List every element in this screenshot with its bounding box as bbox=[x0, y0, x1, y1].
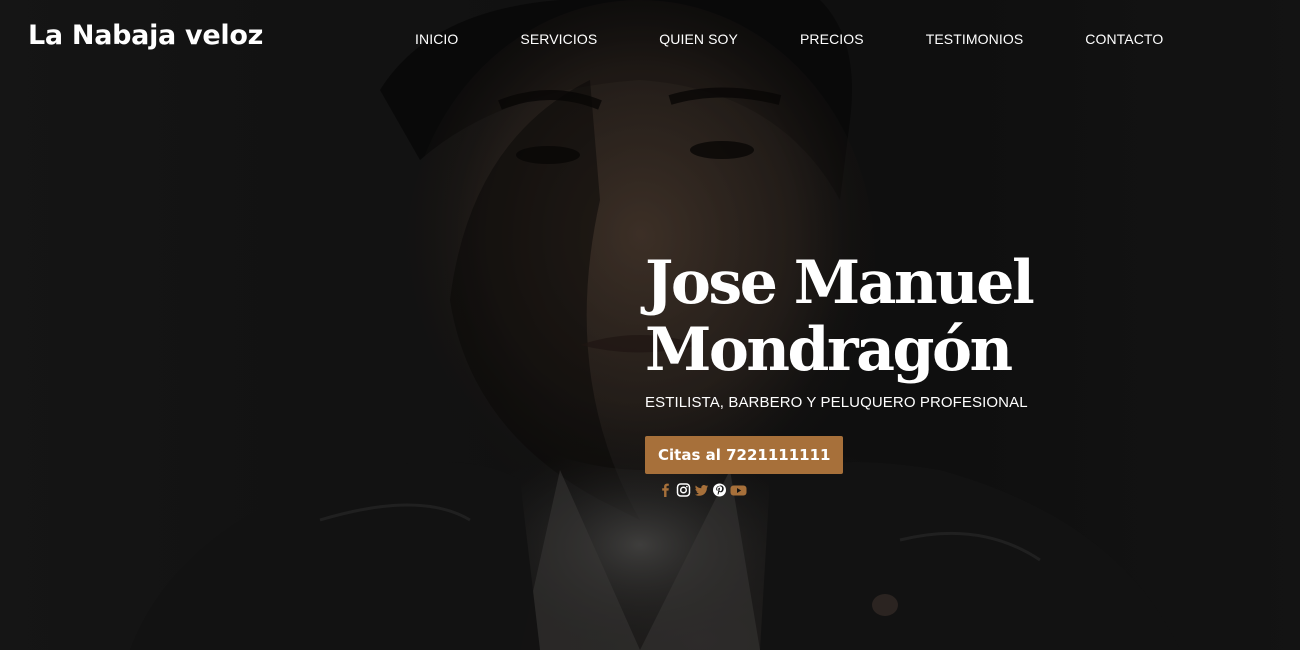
instagram-icon[interactable] bbox=[676, 482, 691, 498]
social-links bbox=[658, 482, 747, 498]
pinterest-icon[interactable] bbox=[712, 482, 727, 498]
site-logo[interactable]: La Nabaja veloz bbox=[28, 20, 263, 51]
nav-item-quien-soy[interactable]: QUIEN SOY bbox=[659, 31, 738, 47]
hero-subtitle: ESTILISTA, BARBERO Y PELUQUERO PROFESION… bbox=[645, 394, 1028, 411]
top-navigation: La Nabaja veloz INICIO SERVICIOS QUIEN S… bbox=[0, 0, 1300, 80]
nav-item-servicios[interactable]: SERVICIOS bbox=[520, 31, 597, 47]
nav-item-contacto[interactable]: CONTACTO bbox=[1085, 31, 1163, 47]
hero-section: La Nabaja veloz INICIO SERVICIOS QUIEN S… bbox=[0, 0, 1300, 650]
youtube-icon[interactable] bbox=[730, 482, 747, 498]
twitter-icon[interactable] bbox=[694, 482, 709, 498]
nav-item-inicio[interactable]: INICIO bbox=[415, 31, 458, 47]
hero-title-line2: Mondragón bbox=[645, 315, 1013, 385]
appointment-button[interactable]: Citas al 7221111111 bbox=[645, 436, 844, 474]
main-nav: INICIO SERVICIOS QUIEN SOY PRECIOS TESTI… bbox=[415, 31, 1163, 47]
nav-item-precios[interactable]: PRECIOS bbox=[800, 31, 864, 47]
hero-content: Jose Manuel Mondragón ESTILISTA, BARBERO… bbox=[645, 250, 1205, 474]
hero-title: Jose Manuel Mondragón bbox=[645, 250, 1205, 384]
facebook-icon[interactable] bbox=[658, 482, 673, 498]
hero-title-line1: Jose Manuel bbox=[645, 248, 1035, 318]
nav-item-testimonios[interactable]: TESTIMONIOS bbox=[926, 31, 1024, 47]
